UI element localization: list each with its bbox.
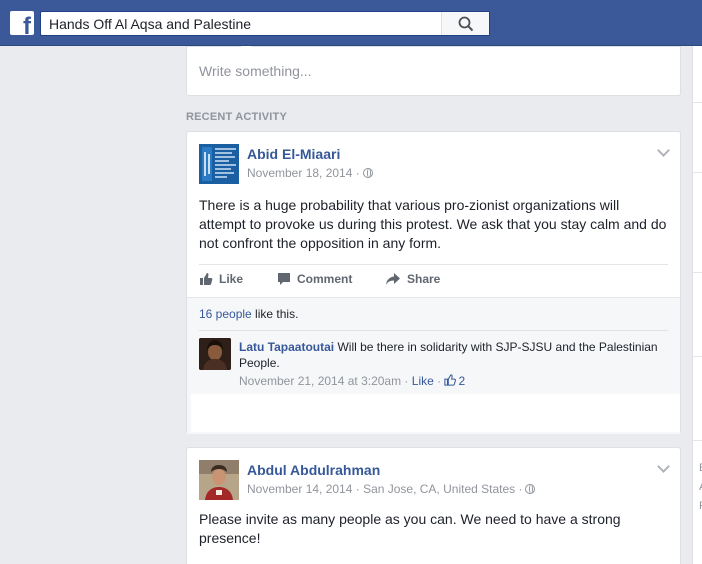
like-button[interactable]: Like xyxy=(199,272,243,286)
post-meta: November 18, 2014 · xyxy=(247,166,373,180)
search-box[interactable]: Hands Off Al Aqsa and Palestine xyxy=(40,11,490,36)
comment-time[interactable]: November 21, 2014 at 3:20am · xyxy=(239,374,412,388)
globe-icon xyxy=(362,168,373,178)
search-icon xyxy=(458,16,474,32)
share-icon xyxy=(386,273,400,285)
post-date[interactable]: November 14, 2014 · San Jose, CA, United… xyxy=(247,482,522,496)
post-text: Please invite as many people as you can.… xyxy=(199,511,621,546)
likes-summary: 16 people like this. xyxy=(199,307,299,321)
avatar[interactable] xyxy=(199,144,239,184)
composer-placeholder[interactable]: Write something... xyxy=(199,63,312,79)
commenter-name[interactable]: Latu Tapaatoutai xyxy=(239,340,334,354)
comment-like-count[interactable]: 2 xyxy=(458,374,465,388)
search-input[interactable]: Hands Off Al Aqsa and Palestine xyxy=(49,16,251,32)
section-title: RECENT ACTIVITY xyxy=(186,111,287,123)
globe-icon xyxy=(525,484,536,494)
chevron-down-icon[interactable] xyxy=(657,460,670,473)
likes-count-link[interactable]: 16 people xyxy=(199,307,252,321)
post-card: Abid El-Miaari November 18, 2014 · There… xyxy=(186,131,681,434)
share-button[interactable]: Share xyxy=(385,272,440,286)
post-author[interactable]: Abdul Abdulrahman xyxy=(247,462,380,478)
comment-meta: November 21, 2014 at 3:20am · Like · 2 xyxy=(239,374,466,388)
post-card: Abdul Abdulrahman November 14, 2014 · Sa… xyxy=(186,447,681,564)
comment-input[interactable] xyxy=(191,394,680,432)
post-composer[interactable]: Write something... xyxy=(186,46,681,96)
facebook-logo-icon[interactable]: f xyxy=(10,11,34,35)
like-icon xyxy=(200,273,213,285)
comment-button[interactable]: Comment xyxy=(277,272,352,286)
post-actions: Like Comment Share xyxy=(187,264,680,296)
top-navigation-bar: f Hands Off Al Aqsa and Palestine xyxy=(0,0,702,46)
post-meta: November 14, 2014 · San Jose, CA, United… xyxy=(247,482,536,496)
chevron-down-icon[interactable] xyxy=(657,144,670,157)
avatar[interactable] xyxy=(199,460,239,500)
comment-icon xyxy=(278,273,290,285)
comment-body: Latu Tapaatoutai Will be there in solida… xyxy=(239,339,659,371)
commenter-avatar[interactable] xyxy=(199,338,231,370)
post-date[interactable]: November 18, 2014 · xyxy=(247,166,360,180)
thumbs-up-icon xyxy=(444,374,457,386)
search-button[interactable] xyxy=(441,12,489,35)
post-text: There is a huge probability that various… xyxy=(199,197,667,251)
comment-like-link[interactable]: Like xyxy=(412,374,434,388)
post-author[interactable]: Abid El-Miaari xyxy=(247,146,340,162)
feedback-area: 16 people like this. Latu Tapaatoutai Wi… xyxy=(187,297,680,434)
